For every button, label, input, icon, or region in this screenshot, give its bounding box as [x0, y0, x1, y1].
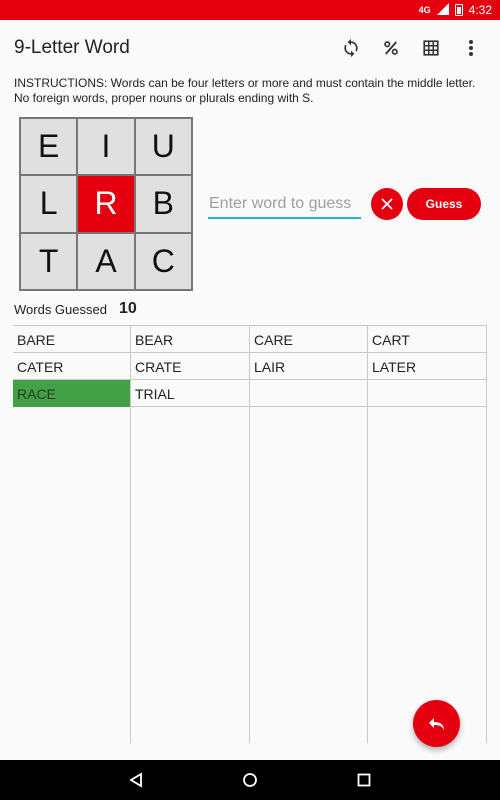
grid-icon[interactable]: [418, 35, 444, 61]
close-icon: [381, 198, 393, 210]
word-cell: CATER: [17, 358, 64, 375]
percent-icon[interactable]: [378, 35, 404, 61]
clock: 4:32: [468, 3, 492, 17]
word-cell: CARE: [254, 331, 293, 348]
battery-icon: [454, 4, 463, 16]
word-cell-highlighted: RACE: [13, 380, 130, 407]
guess-button[interactable]: Guess: [407, 188, 481, 220]
undo-icon: [428, 717, 444, 730]
refresh-icon[interactable]: [338, 35, 364, 61]
letter-cell[interactable]: U: [134, 118, 192, 176]
undo-button[interactable]: [413, 700, 460, 747]
app-title: 9-Letter Word: [14, 37, 130, 58]
word-cell: CRATE: [135, 358, 182, 375]
letter-cell[interactable]: I: [77, 118, 135, 176]
letter-cell[interactable]: A: [77, 232, 135, 290]
home-icon[interactable]: [238, 768, 262, 792]
navigation-bar: [0, 760, 500, 800]
more-vert-icon[interactable]: [458, 35, 484, 61]
word-cell: TRIAL: [135, 385, 175, 402]
words-guessed-count: 10: [119, 300, 137, 317]
status-bar: 4G 4:32: [0, 0, 500, 20]
letter-cell[interactable]: C: [134, 232, 192, 290]
center-letter-cell[interactable]: R: [77, 175, 135, 233]
letter-cell[interactable]: L: [20, 175, 78, 233]
signal-icon: [436, 2, 449, 18]
clear-button[interactable]: [371, 188, 403, 220]
letter-grid: E I U L R B T A C: [19, 117, 193, 291]
app-bar: 9-Letter Word: [0, 20, 500, 76]
word-cell: BEAR: [135, 331, 174, 348]
word-cell: LAIR: [254, 358, 286, 375]
instructions-text: INSTRUCTIONS: Words can be four letters …: [14, 76, 476, 105]
back-icon[interactable]: [124, 768, 148, 792]
word-cell: LATER: [372, 358, 417, 375]
letter-cell[interactable]: T: [20, 232, 78, 290]
word-input[interactable]: [208, 190, 361, 219]
words-guessed-label: Words Guessed: [14, 302, 107, 317]
recents-icon[interactable]: [352, 768, 376, 792]
network-indicator: 4G: [418, 5, 431, 15]
word-cell: CART: [372, 331, 410, 348]
letter-cell[interactable]: B: [134, 175, 192, 233]
word-cell: BARE: [17, 331, 56, 348]
guessed-words-table: BARE BEAR CARE CART CATER CRATE LAIR LAT…: [13, 325, 487, 743]
letter-cell[interactable]: E: [20, 118, 78, 176]
